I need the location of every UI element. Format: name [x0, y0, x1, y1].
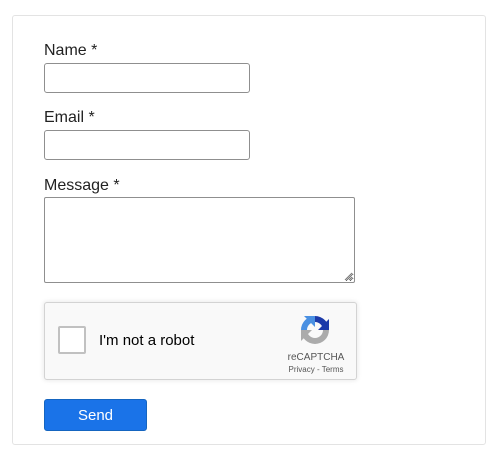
email-label: Email * — [44, 109, 95, 126]
send-button[interactable]: Send — [44, 399, 147, 431]
recaptcha-brand: reCAPTCHA — [287, 352, 345, 363]
privacy-link[interactable]: Privacy — [289, 365, 315, 374]
recaptcha-logo-icon — [301, 316, 329, 344]
link-separator: - — [314, 365, 322, 374]
recaptcha-checkbox-label: I'm not a robot — [99, 332, 195, 349]
name-input[interactable] — [44, 63, 250, 93]
message-textarea[interactable] — [44, 197, 355, 283]
name-label: Name * — [44, 42, 98, 59]
message-label: Message * — [44, 177, 120, 194]
email-input[interactable] — [44, 130, 250, 160]
terms-link[interactable]: Terms — [322, 365, 344, 374]
recaptcha-links: Privacy - Terms — [281, 365, 351, 374]
resize-grip-icon[interactable] — [344, 272, 353, 281]
recaptcha-widget: I'm not a robot reCAPTCHA Privacy - Term… — [44, 302, 357, 380]
recaptcha-checkbox[interactable] — [58, 326, 86, 354]
